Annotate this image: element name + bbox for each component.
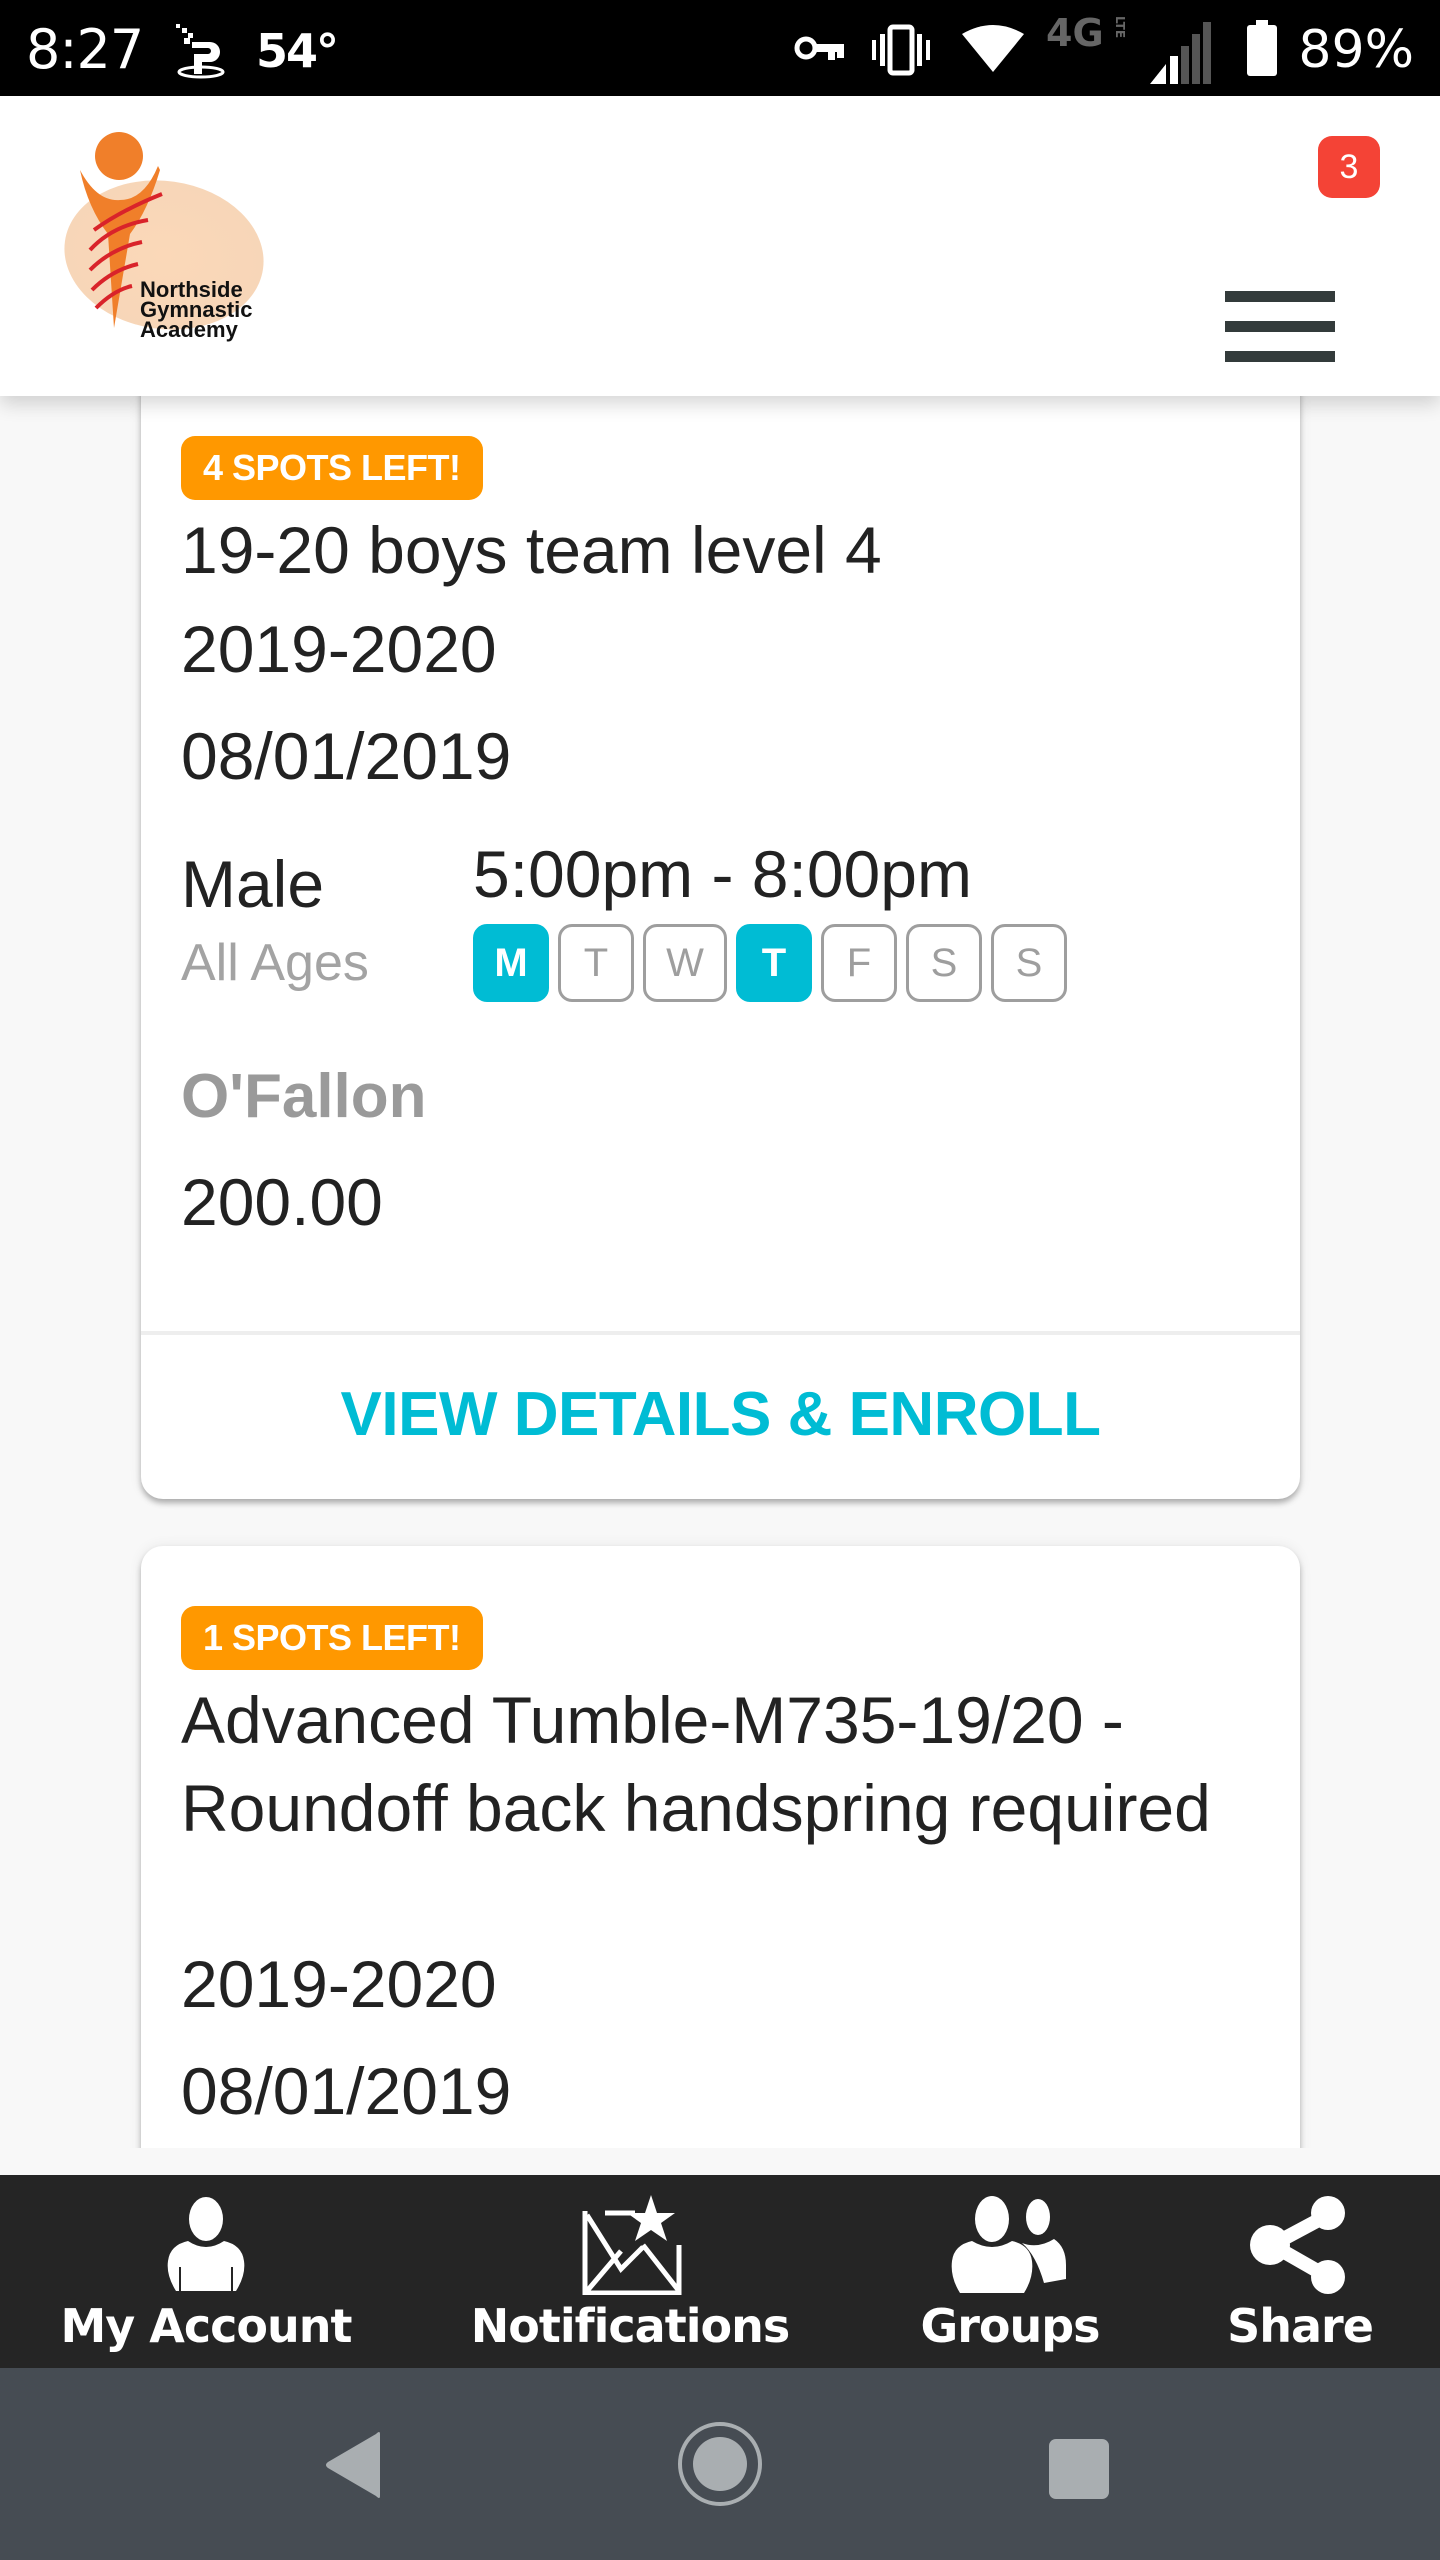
class-card: 4 SPOTS LEFT! 19-20 boys team level 4 20… xyxy=(141,396,1300,1499)
logo-text: Northside Gymnastic Academy xyxy=(140,279,253,342)
menu-notification-badge: 3 xyxy=(1318,136,1380,198)
day-tuesday: T xyxy=(558,924,634,1002)
tab-label: Groups xyxy=(920,2299,1100,2353)
home-circle-icon xyxy=(678,2422,762,2506)
day-friday: F xyxy=(821,924,897,1002)
status-time: 8:27 xyxy=(26,18,144,81)
class-season: 2019-2020 xyxy=(181,612,497,686)
class-list[interactable]: 4 SPOTS LEFT! 19-20 boys team level 4 20… xyxy=(0,396,1440,2148)
day-saturday: S xyxy=(906,924,982,1002)
group-icon xyxy=(950,2195,1070,2300)
vpn-key-icon xyxy=(794,36,846,69)
class-start-date: 08/01/2019 xyxy=(181,719,512,793)
svg-text:LTE: LTE xyxy=(1113,16,1127,38)
day-sunday: S xyxy=(991,924,1067,1002)
class-start-date: 08/01/2019 xyxy=(181,2054,512,2128)
tab-groups[interactable]: Groups xyxy=(880,2175,1140,2368)
4g-lte-icon: 4G LTE xyxy=(1046,11,1136,61)
status-bar: 8:27 54° 4G LTE 89% xyxy=(0,0,1440,96)
share-icon xyxy=(1248,2195,1352,2300)
class-gender: Male xyxy=(181,847,325,921)
tab-label: Share xyxy=(1227,2299,1374,2353)
back-triangle-icon xyxy=(326,2432,380,2498)
class-title: Advanced Tumble-M735-19/20 - Roundoff ba… xyxy=(181,1683,1211,1845)
status-battery-percent: 89% xyxy=(1298,20,1414,80)
envelope-star-icon xyxy=(575,2195,685,2300)
class-card: 1 SPOTS LEFT! Advanced Tumble-M735-19/20… xyxy=(141,1546,1300,2148)
logo-line-3: Academy xyxy=(140,317,238,342)
battery-icon xyxy=(1247,20,1277,81)
hamburger-menu-button[interactable] xyxy=(1225,291,1335,371)
view-details-enroll-button[interactable]: VIEW DETAILS & ENROLL xyxy=(141,1335,1300,1495)
bottom-tab-bar: My Account Notifications Groups Share xyxy=(0,2175,1440,2368)
svg-text:4G: 4G xyxy=(1046,12,1104,55)
tab-notifications[interactable]: Notifications xyxy=(470,2175,790,2368)
user-icon xyxy=(164,2195,248,2300)
academy-logo[interactable]: Northside Gymnastic Academy xyxy=(52,130,282,342)
wifi-icon xyxy=(960,22,1026,79)
class-price: 200.00 xyxy=(181,1165,383,1239)
system-navigation-bar xyxy=(0,2368,1440,2560)
status-temperature: 54° xyxy=(256,24,339,78)
tab-my-account[interactable]: My Account xyxy=(56,2175,356,2368)
carrier-logo-icon xyxy=(172,22,230,79)
spots-left-badge: 1 SPOTS LEFT! xyxy=(181,1606,483,1670)
class-season: 2019-2020 xyxy=(181,1947,497,2021)
day-thursday: T xyxy=(736,924,812,1002)
class-location: O'Fallon xyxy=(181,1062,427,1131)
class-ages: All Ages xyxy=(181,934,369,992)
back-button[interactable] xyxy=(320,2430,386,2505)
class-days: M T W T F S S xyxy=(473,924,1067,1002)
cell-signal-icon xyxy=(1150,20,1216,89)
home-button[interactable] xyxy=(676,2420,764,2513)
vibrate-icon xyxy=(868,24,934,81)
app-header: Northside Gymnastic Academy xyxy=(0,96,1440,396)
class-time: 5:00pm - 8:00pm xyxy=(473,837,972,911)
day-monday: M xyxy=(473,924,549,1002)
screen: 8:27 54° 4G LTE 89% Northside Gymnastic … xyxy=(0,0,1440,2560)
day-wednesday: W xyxy=(643,924,727,1002)
tab-label: Notifications xyxy=(470,2299,790,2353)
recents-square-icon xyxy=(1049,2439,1109,2499)
recents-button[interactable] xyxy=(1048,2438,1110,2505)
class-title: 19-20 boys team level 4 xyxy=(181,513,882,587)
tab-label: My Account xyxy=(60,2299,353,2353)
tab-share[interactable]: Share xyxy=(1190,2175,1410,2368)
spots-left-badge: 4 SPOTS LEFT! xyxy=(181,436,483,500)
